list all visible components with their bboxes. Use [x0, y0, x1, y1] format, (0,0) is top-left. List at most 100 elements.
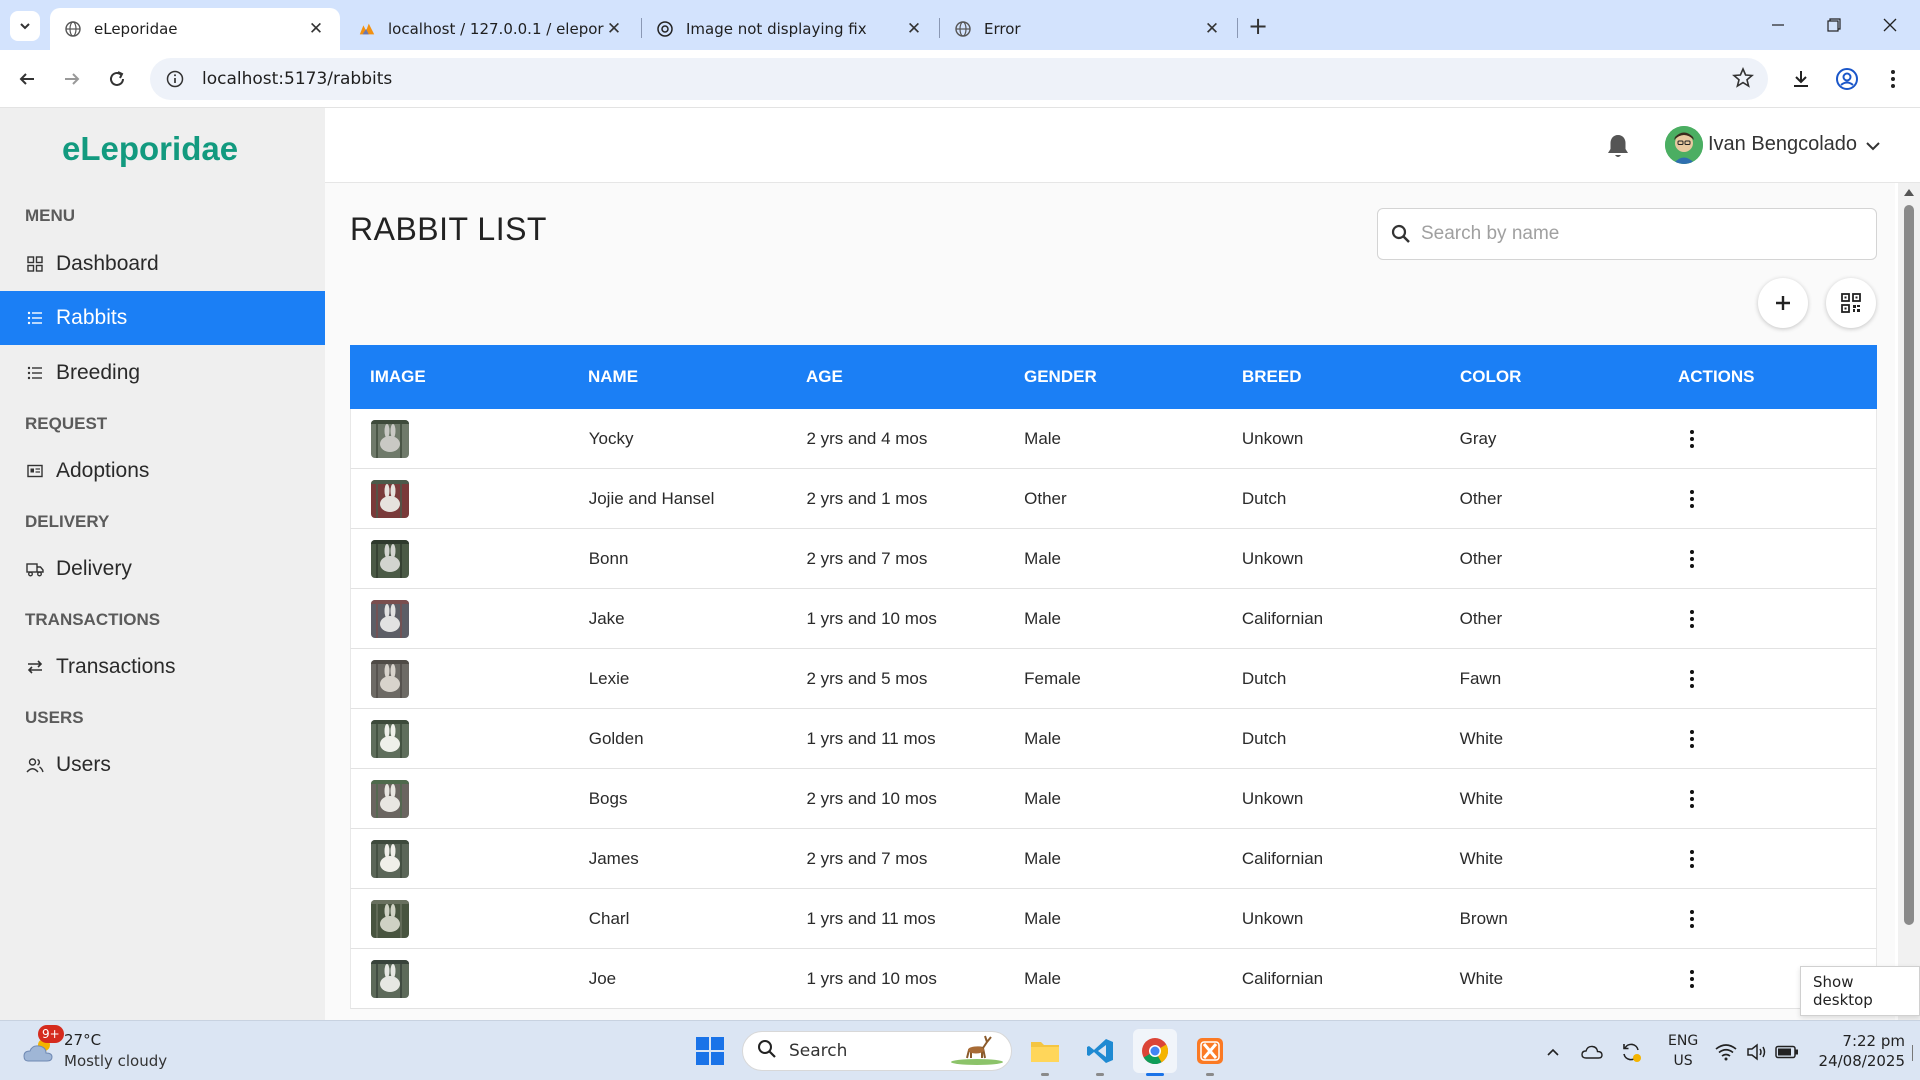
- volume-tray-icon[interactable]: [1744, 1039, 1770, 1065]
- vscode-button[interactable]: [1078, 1029, 1122, 1073]
- cell-name: James: [588, 848, 639, 868]
- address-bar[interactable]: localhost:5173/rabbits: [150, 58, 1768, 100]
- wifi-icon: [1715, 1044, 1737, 1061]
- cell-age: 1 yrs and 10 mos: [806, 608, 937, 628]
- show-desktop-button[interactable]: [1912, 1045, 1913, 1061]
- rabbit-thumbnail[interactable]: [371, 479, 409, 518]
- minimize-button[interactable]: [1750, 0, 1806, 50]
- more-vertical-icon[interactable]: [1682, 907, 1702, 931]
- page-scrollbar[interactable]: [1898, 183, 1920, 1020]
- scroll-up-arrow[interactable]: [1904, 189, 1914, 196]
- tab-search-button[interactable]: [10, 11, 40, 41]
- back-button[interactable]: [10, 62, 44, 96]
- more-vertical-icon[interactable]: [1682, 487, 1702, 511]
- browser-menu-button[interactable]: [1876, 62, 1910, 96]
- page-title: RABBIT LIST: [350, 211, 547, 247]
- sidebar-item-rabbits[interactable]: Rabbits: [0, 291, 325, 345]
- close-tab-icon[interactable]: ✕: [604, 19, 624, 39]
- cell-age: 2 yrs and 4 mos: [806, 428, 928, 448]
- tab-eleporidae[interactable]: eLeporidae ✕: [50, 8, 340, 50]
- bookmark-star-icon[interactable]: [1732, 66, 1754, 93]
- chevron-down-icon[interactable]: [1863, 136, 1883, 156]
- more-vertical-icon[interactable]: [1682, 547, 1702, 571]
- reload-button[interactable]: [100, 62, 134, 96]
- close-tab-icon[interactable]: ✕: [1202, 19, 1222, 39]
- rabbit-thumbnail[interactable]: [371, 419, 409, 458]
- column-header-actions: ACTIONS: [1678, 367, 1755, 386]
- chevron-up-icon: [1547, 1048, 1559, 1056]
- cell-actions: [1657, 607, 1876, 631]
- search-input[interactable]: [1421, 223, 1861, 245]
- sidebar-item-dashboard[interactable]: Dashboard: [0, 237, 325, 291]
- sync-tray-icon[interactable]: [1618, 1039, 1644, 1065]
- add-rabbit-button[interactable]: [1758, 278, 1808, 328]
- more-vertical-icon[interactable]: [1682, 667, 1702, 691]
- user-name[interactable]: Ivan Bengcolado: [1708, 133, 1857, 156]
- sidebar-item-adoptions[interactable]: Adoptions: [0, 444, 325, 498]
- arrow-right-icon: [65, 73, 80, 85]
- downloads-button[interactable]: [1784, 62, 1818, 96]
- user-avatar[interactable]: [1665, 126, 1703, 164]
- sidebar: eLeporidae MENU Dashboard Rabbits Breedi…: [0, 108, 325, 1020]
- scrollbar-thumb[interactable]: [1904, 205, 1914, 925]
- rabbit-thumbnail[interactable]: [371, 959, 409, 998]
- close-tab-icon[interactable]: ✕: [904, 19, 924, 39]
- close-tab-icon[interactable]: ✕: [306, 19, 326, 39]
- weather-description[interactable]: Mostly cloudy: [64, 1052, 167, 1070]
- cell-image: [351, 899, 569, 938]
- more-vertical-icon[interactable]: [1682, 787, 1702, 811]
- clock-time: 7:22 pm: [1842, 1032, 1905, 1050]
- restore-icon: [1827, 18, 1841, 32]
- cell-name: Golden: [588, 728, 644, 748]
- battery-tray-icon[interactable]: [1774, 1039, 1800, 1065]
- search-icon: [757, 1039, 777, 1063]
- show-hidden-icons-button[interactable]: [1540, 1039, 1566, 1065]
- start-button[interactable]: [688, 1029, 732, 1073]
- weather-temperature[interactable]: 27°C: [64, 1031, 101, 1049]
- new-tab-button[interactable]: +: [1244, 12, 1272, 40]
- sidebar-item-delivery[interactable]: Delivery: [0, 542, 325, 596]
- section-label-users: USERS: [25, 708, 84, 727]
- more-vertical-icon[interactable]: [1682, 607, 1702, 631]
- rabbit-thumbnail[interactable]: [371, 539, 409, 578]
- forward-button[interactable]: [55, 62, 89, 96]
- site-info-icon[interactable]: [164, 68, 186, 90]
- wifi-tray-icon[interactable]: [1713, 1039, 1739, 1065]
- sidebar-item-breeding[interactable]: Breeding: [0, 346, 325, 400]
- tab-phpmyadmin[interactable]: localhost / 127.0.0.1 / eleporida ✕: [344, 8, 638, 50]
- taskbar: 9+ 27°C Mostly cloudy Search ENG US 7:22…: [0, 1020, 1920, 1080]
- scan-qr-button[interactable]: [1826, 278, 1876, 328]
- more-vertical-icon[interactable]: [1682, 847, 1702, 871]
- onedrive-tray-icon[interactable]: [1579, 1039, 1605, 1065]
- rabbit-thumbnail[interactable]: [371, 659, 409, 698]
- column-header-image: IMAGE: [370, 367, 426, 386]
- rabbit-thumbnail[interactable]: [371, 599, 409, 638]
- table-row: James 2 yrs and 7 mos Male Californian White: [350, 829, 1877, 889]
- language-indicator[interactable]: ENG US: [1668, 1031, 1698, 1071]
- notification-bell-icon[interactable]: [1605, 132, 1633, 160]
- clock[interactable]: 7:22 pm 24/08/2025: [1815, 1031, 1905, 1071]
- tab-image-fix[interactable]: Image not displaying fix ✕: [642, 8, 938, 50]
- rabbit-thumbnail[interactable]: [371, 779, 409, 818]
- cell-name: Bonn: [588, 548, 629, 568]
- more-vertical-icon[interactable]: [1682, 967, 1702, 991]
- chrome-button[interactable]: [1133, 1029, 1177, 1073]
- more-vertical-icon[interactable]: [1682, 727, 1702, 751]
- xampp-button[interactable]: [1188, 1029, 1232, 1073]
- search-box[interactable]: [1377, 208, 1877, 260]
- app-logo[interactable]: eLeporidae: [62, 130, 238, 168]
- profile-button[interactable]: [1830, 62, 1864, 96]
- rabbit-thumbnail[interactable]: [371, 899, 409, 938]
- cell-age: 1 yrs and 10 mos: [806, 968, 937, 988]
- more-vertical-icon[interactable]: [1682, 427, 1702, 451]
- restore-button[interactable]: [1806, 0, 1862, 50]
- rabbit-thumbnail[interactable]: [371, 839, 409, 878]
- search-icon: [1391, 224, 1411, 244]
- sidebar-item-transactions[interactable]: Transactions: [0, 640, 325, 694]
- tab-error[interactable]: Error ✕: [940, 8, 1236, 50]
- taskbar-search[interactable]: Search: [742, 1031, 1012, 1071]
- rabbit-thumbnail[interactable]: [371, 719, 409, 758]
- file-explorer-button[interactable]: [1023, 1029, 1067, 1073]
- sidebar-item-users[interactable]: Users: [0, 738, 325, 792]
- close-window-button[interactable]: [1862, 0, 1918, 50]
